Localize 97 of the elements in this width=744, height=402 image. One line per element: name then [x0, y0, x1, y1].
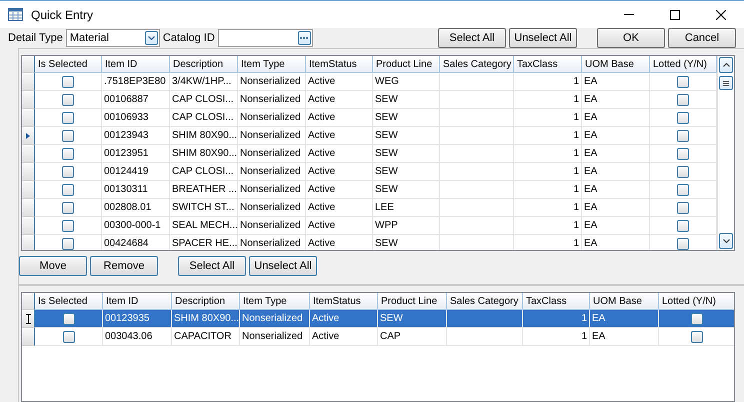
corner-header	[22, 56, 35, 73]
column-header[interactable]: Is Selected	[35, 56, 102, 73]
table-cell: SPACER HE...	[170, 235, 238, 250]
column-header[interactable]: Item Type	[238, 56, 306, 73]
checkbox[interactable]	[677, 148, 689, 160]
column-header[interactable]: Lotted (Y/N)	[650, 56, 717, 73]
table-cell: Active	[310, 328, 378, 346]
checkbox[interactable]	[62, 312, 74, 324]
checkbox[interactable]	[62, 184, 74, 196]
checkbox[interactable]	[690, 312, 702, 324]
grid-row[interactable]: .7518EP3E80 3/4KW/1HP... Nonserialized Active WEG 1 EA	[22, 73, 717, 91]
checkbox[interactable]	[690, 330, 702, 342]
table-cell: 00424684	[102, 235, 170, 250]
column-header[interactable]: TaxClass	[514, 56, 582, 73]
checkbox[interactable]	[62, 166, 74, 178]
checkbox[interactable]	[62, 94, 74, 106]
grid-row[interactable]: 00300-000-1 SEAL MECH... Nonserialized Active WPP 1 EA	[22, 217, 717, 235]
column-header[interactable]: Product Line	[373, 56, 440, 73]
unselect-all-button[interactable]: Unselect All	[249, 256, 317, 276]
catalog-id-field[interactable]	[218, 29, 313, 47]
column-header[interactable]: TaxClass	[523, 293, 590, 310]
grid-row[interactable]: 00106933 CAP CLOSI... Nonserialized Active SEW 1 EA	[22, 109, 717, 127]
table-cell: CAPACITOR	[172, 328, 240, 346]
checkbox[interactable]	[677, 220, 689, 232]
grid-row[interactable]: 003043.06 CAPACITOR Nonserialized Active CAP 1 EA	[22, 328, 734, 346]
grid-row[interactable]: 00123951 SHIM 80X90... Nonserialized Active SEW 1 EA	[22, 145, 717, 163]
grid-row[interactable]: 00130311 BREATHER ... Nonserialized Active SEW 1 EA	[22, 181, 717, 199]
scroll-thumb[interactable]	[719, 76, 733, 90]
column-header[interactable]: Sales Category	[447, 293, 523, 310]
table-cell: Nonserialized	[240, 328, 310, 346]
table-cell: 1	[514, 235, 582, 250]
select-all-button[interactable]: Select All	[438, 28, 506, 48]
table-cell: Nonserialized	[238, 235, 306, 250]
table-cell: 003043.06	[103, 328, 172, 346]
detail-type-dropdown[interactable]: Material	[66, 29, 160, 47]
grid-row[interactable]: 00424684 SPACER HE... Nonserialized Active SEW 1 EA	[22, 235, 717, 250]
column-header[interactable]: ItemStatus	[310, 293, 378, 310]
row-pointer-icon	[26, 132, 30, 138]
column-header[interactable]: Sales Category	[440, 56, 514, 73]
corner-header	[22, 293, 35, 310]
table-cell: EA	[590, 328, 659, 346]
checkbox[interactable]	[62, 202, 74, 214]
grid-row[interactable]: 002808.01 SWITCH ST... Nonserialized Active LEE 1 EA	[22, 199, 717, 217]
scroll-up-icon[interactable]	[719, 57, 733, 73]
field-label: Catalog ID	[162, 32, 215, 44]
scroll-down-icon[interactable]	[719, 233, 733, 249]
select-all-button[interactable]: Select All	[178, 256, 246, 276]
checkbox[interactable]	[677, 166, 689, 178]
remove-button[interactable]: Remove	[90, 256, 158, 276]
ok-button[interactable]: OK	[597, 28, 665, 48]
grid-row[interactable]: 00124419 CAP CLOSI... Nonserialized Active SEW 1 EA	[22, 163, 717, 181]
window-title: Quick Entry	[31, 8, 94, 22]
checkbox[interactable]	[62, 330, 74, 342]
column-header[interactable]: UOM Base	[582, 56, 650, 73]
checkbox[interactable]	[677, 238, 689, 250]
chevron-down-icon	[148, 36, 155, 40]
table-cell: 1	[523, 328, 590, 346]
close-icon[interactable]	[716, 10, 726, 20]
column-header[interactable]: Item ID	[102, 56, 170, 73]
table-cell: EA	[582, 235, 650, 250]
checkbox[interactable]	[62, 238, 74, 250]
column-header[interactable]: Product Line	[378, 293, 447, 310]
table-icon	[8, 8, 23, 21]
row-header[interactable]	[22, 310, 35, 328]
column-header[interactable]: Is Selected	[35, 293, 103, 310]
checkbox[interactable]	[62, 148, 74, 160]
checkbox[interactable]	[677, 76, 689, 88]
unselect-all-button[interactable]: Unselect All	[509, 28, 577, 48]
checkbox[interactable]	[677, 184, 689, 196]
table-cell: Active	[306, 235, 373, 250]
checkbox[interactable]	[677, 94, 689, 106]
field-label: Detail Type	[8, 32, 63, 44]
maximize-icon[interactable]	[670, 10, 680, 20]
column-header[interactable]: UOM Base	[590, 293, 659, 310]
table-cell: SEW	[373, 235, 440, 250]
grid-row[interactable]: 00106887 CAP CLOSI... Nonserialized Active SEW 1 EA	[22, 91, 717, 109]
column-header[interactable]: Description	[172, 293, 240, 310]
row-header[interactable]	[22, 127, 35, 145]
checkbox[interactable]	[677, 202, 689, 214]
checkbox[interactable]	[62, 220, 74, 232]
checkbox[interactable]	[62, 112, 74, 124]
checkbox[interactable]	[677, 112, 689, 124]
move-button[interactable]: Move	[19, 256, 87, 276]
table-cell: CAP	[378, 328, 447, 346]
text-cursor-icon	[26, 314, 30, 324]
column-header[interactable]: Item Type	[240, 293, 310, 310]
column-header[interactable]: Item ID	[103, 293, 172, 310]
grid-row[interactable]: 00123935 SHIM 80X90... Nonserialized Active SEW 1 EA	[22, 310, 734, 328]
checkbox[interactable]	[62, 130, 74, 142]
column-header[interactable]: Lotted (Y/N)	[659, 293, 734, 310]
checkbox[interactable]	[62, 76, 74, 88]
grid-row[interactable]: 00123943 SHIM 80X90... Nonserialized Active SEW 1 EA	[22, 127, 717, 145]
checkbox[interactable]	[677, 130, 689, 142]
cancel-button[interactable]: Cancel	[668, 28, 736, 48]
scrollbar[interactable]	[717, 56, 734, 250]
column-header[interactable]: ItemStatus	[306, 56, 373, 73]
column-header[interactable]: Description	[170, 56, 238, 73]
